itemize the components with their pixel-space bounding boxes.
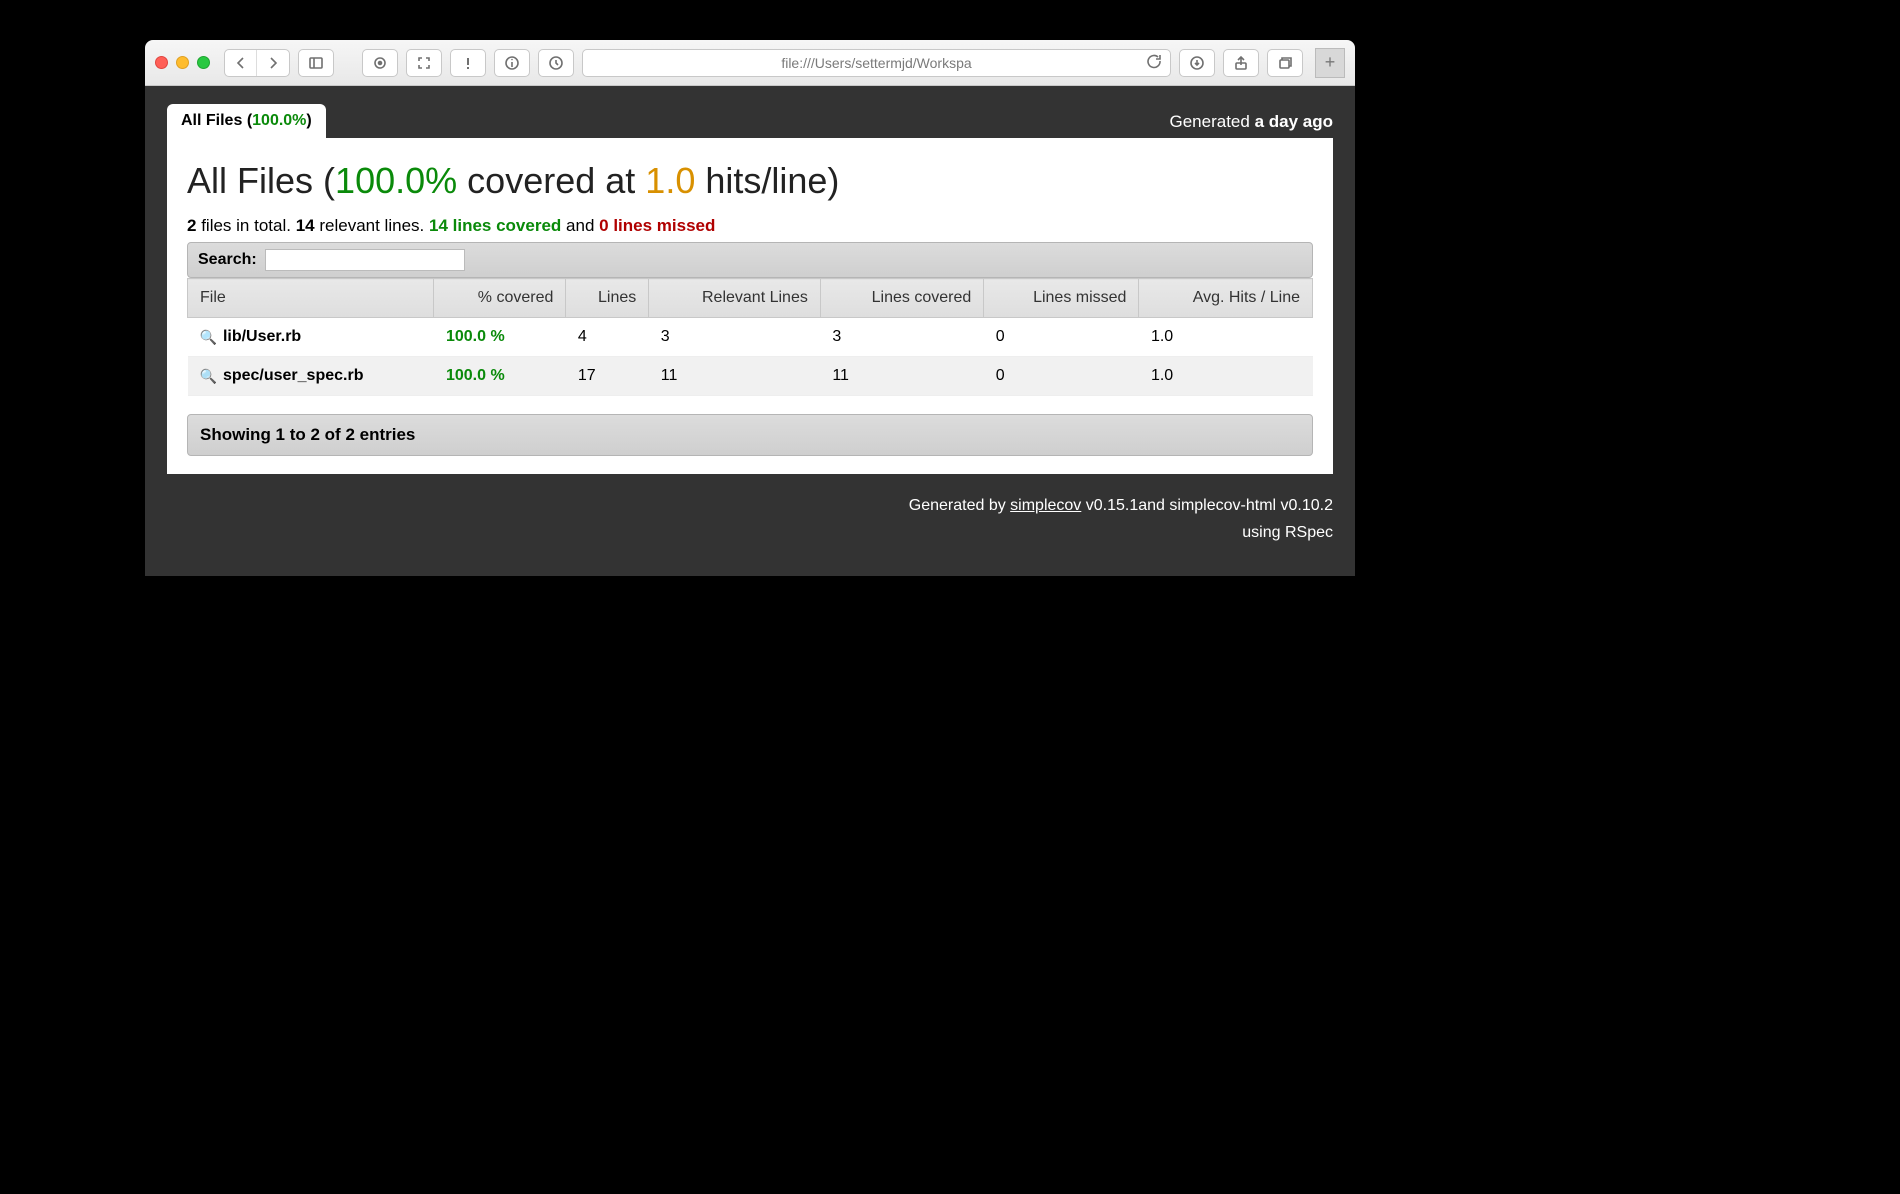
col-lines[interactable]: Lines — [566, 279, 649, 318]
reload-icon — [1146, 53, 1162, 69]
sidebar-button[interactable] — [298, 49, 334, 77]
share-button[interactable] — [1223, 49, 1259, 77]
search-bar: Search: — [187, 242, 1313, 278]
zoom-window-button[interactable] — [197, 56, 210, 69]
nav-back-forward — [224, 49, 290, 77]
cell-rel: 3 — [649, 318, 821, 357]
generator-footer: Generated by simplecov v0.15.1and simple… — [145, 474, 1355, 546]
cell-lines: 4 — [566, 318, 649, 357]
heading-hits: 1.0 — [645, 160, 695, 201]
target-icon — [372, 55, 388, 71]
alert-icon — [460, 55, 476, 71]
coverage-tabbar: All Files (100.0%) Generated a day ago — [145, 86, 1355, 138]
plus-icon: + — [1325, 52, 1336, 73]
cell-lines: 17 — [566, 357, 649, 396]
window-controls — [155, 56, 210, 69]
tab-all-files[interactable]: All Files (100.0%) — [167, 104, 326, 138]
new-tab-button[interactable]: + — [1315, 48, 1345, 78]
info-icon — [504, 55, 520, 71]
page-heading: All Files (100.0% covered at 1.0 hits/li… — [187, 160, 1313, 202]
cell-pct: 100.0 % — [434, 357, 566, 396]
url-text: file:///Users/settermjd/Workspa — [781, 55, 971, 71]
table-row[interactable]: 🔍 lib/User.rb 100.0 % 4 3 3 0 1.0 — [188, 318, 1313, 357]
minimize-window-button[interactable] — [176, 56, 189, 69]
page-content: All Files (100.0%) Generated a day ago A… — [145, 86, 1355, 576]
clock-icon — [548, 55, 564, 71]
extension-button-3[interactable] — [494, 49, 530, 77]
magnifier-icon: 🔍 — [200, 329, 217, 346]
address-bar[interactable]: file:///Users/settermjd/Workspa — [582, 49, 1171, 77]
table-header-row: File % covered Lines Relevant Lines Line… — [188, 279, 1313, 318]
cell-cov: 3 — [820, 318, 983, 357]
browser-window: file:///Users/settermjd/Workspa + All Fi… — [145, 40, 1355, 576]
tabs-button[interactable] — [1267, 49, 1303, 77]
stats-line: 2 files in total. 14 relevant lines. 14 … — [187, 216, 1313, 236]
fullscreen-button[interactable] — [406, 49, 442, 77]
downloads-button[interactable] — [1179, 49, 1215, 77]
extension-button-1[interactable] — [362, 49, 398, 77]
share-icon — [1233, 55, 1249, 71]
search-input[interactable] — [265, 249, 465, 271]
extension-button-2[interactable] — [450, 49, 486, 77]
tab-pct: 100.0% — [252, 112, 306, 129]
sidebar-icon — [308, 55, 324, 71]
cell-miss: 0 — [984, 357, 1139, 396]
chevron-right-icon — [265, 55, 281, 71]
download-icon — [1189, 55, 1205, 71]
col-relevant[interactable]: Relevant Lines — [649, 279, 821, 318]
search-label: Search: — [198, 251, 257, 269]
history-button[interactable] — [538, 49, 574, 77]
generated-timestamp: Generated a day ago — [1170, 112, 1334, 138]
file-name: lib/User.rb — [223, 328, 301, 346]
tab-label: All Files — [181, 112, 242, 129]
coverage-table: File % covered Lines Relevant Lines Line… — [187, 278, 1313, 396]
heading-pct: 100.0% — [335, 160, 457, 201]
cell-miss: 0 — [984, 318, 1139, 357]
cell-pct: 100.0 % — [434, 318, 566, 357]
browser-toolbar: file:///Users/settermjd/Workspa + — [145, 40, 1355, 86]
expand-icon — [416, 55, 432, 71]
col-missed[interactable]: Lines missed — [984, 279, 1139, 318]
coverage-panel: All Files (100.0% covered at 1.0 hits/li… — [167, 138, 1333, 474]
close-window-button[interactable] — [155, 56, 168, 69]
forward-button[interactable] — [257, 50, 289, 76]
cell-cov: 11 — [820, 357, 983, 396]
simplecov-link[interactable]: simplecov — [1010, 497, 1081, 514]
chevron-left-icon — [233, 55, 249, 71]
tabs-icon — [1277, 55, 1293, 71]
cell-rel: 11 — [649, 357, 821, 396]
col-pct[interactable]: % covered — [434, 279, 566, 318]
table-row[interactable]: 🔍 spec/user_spec.rb 100.0 % 17 11 11 0 1.… — [188, 357, 1313, 396]
magnifier-icon: 🔍 — [200, 368, 217, 385]
file-name: spec/user_spec.rb — [223, 367, 364, 385]
col-file[interactable]: File — [188, 279, 434, 318]
cell-avg: 1.0 — [1139, 357, 1313, 396]
cell-avg: 1.0 — [1139, 318, 1313, 357]
back-button[interactable] — [225, 50, 257, 76]
col-avg[interactable]: Avg. Hits / Line — [1139, 279, 1313, 318]
entries-footer: Showing 1 to 2 of 2 entries — [187, 414, 1313, 456]
reload-button[interactable] — [1146, 53, 1162, 72]
col-covered[interactable]: Lines covered — [820, 279, 983, 318]
